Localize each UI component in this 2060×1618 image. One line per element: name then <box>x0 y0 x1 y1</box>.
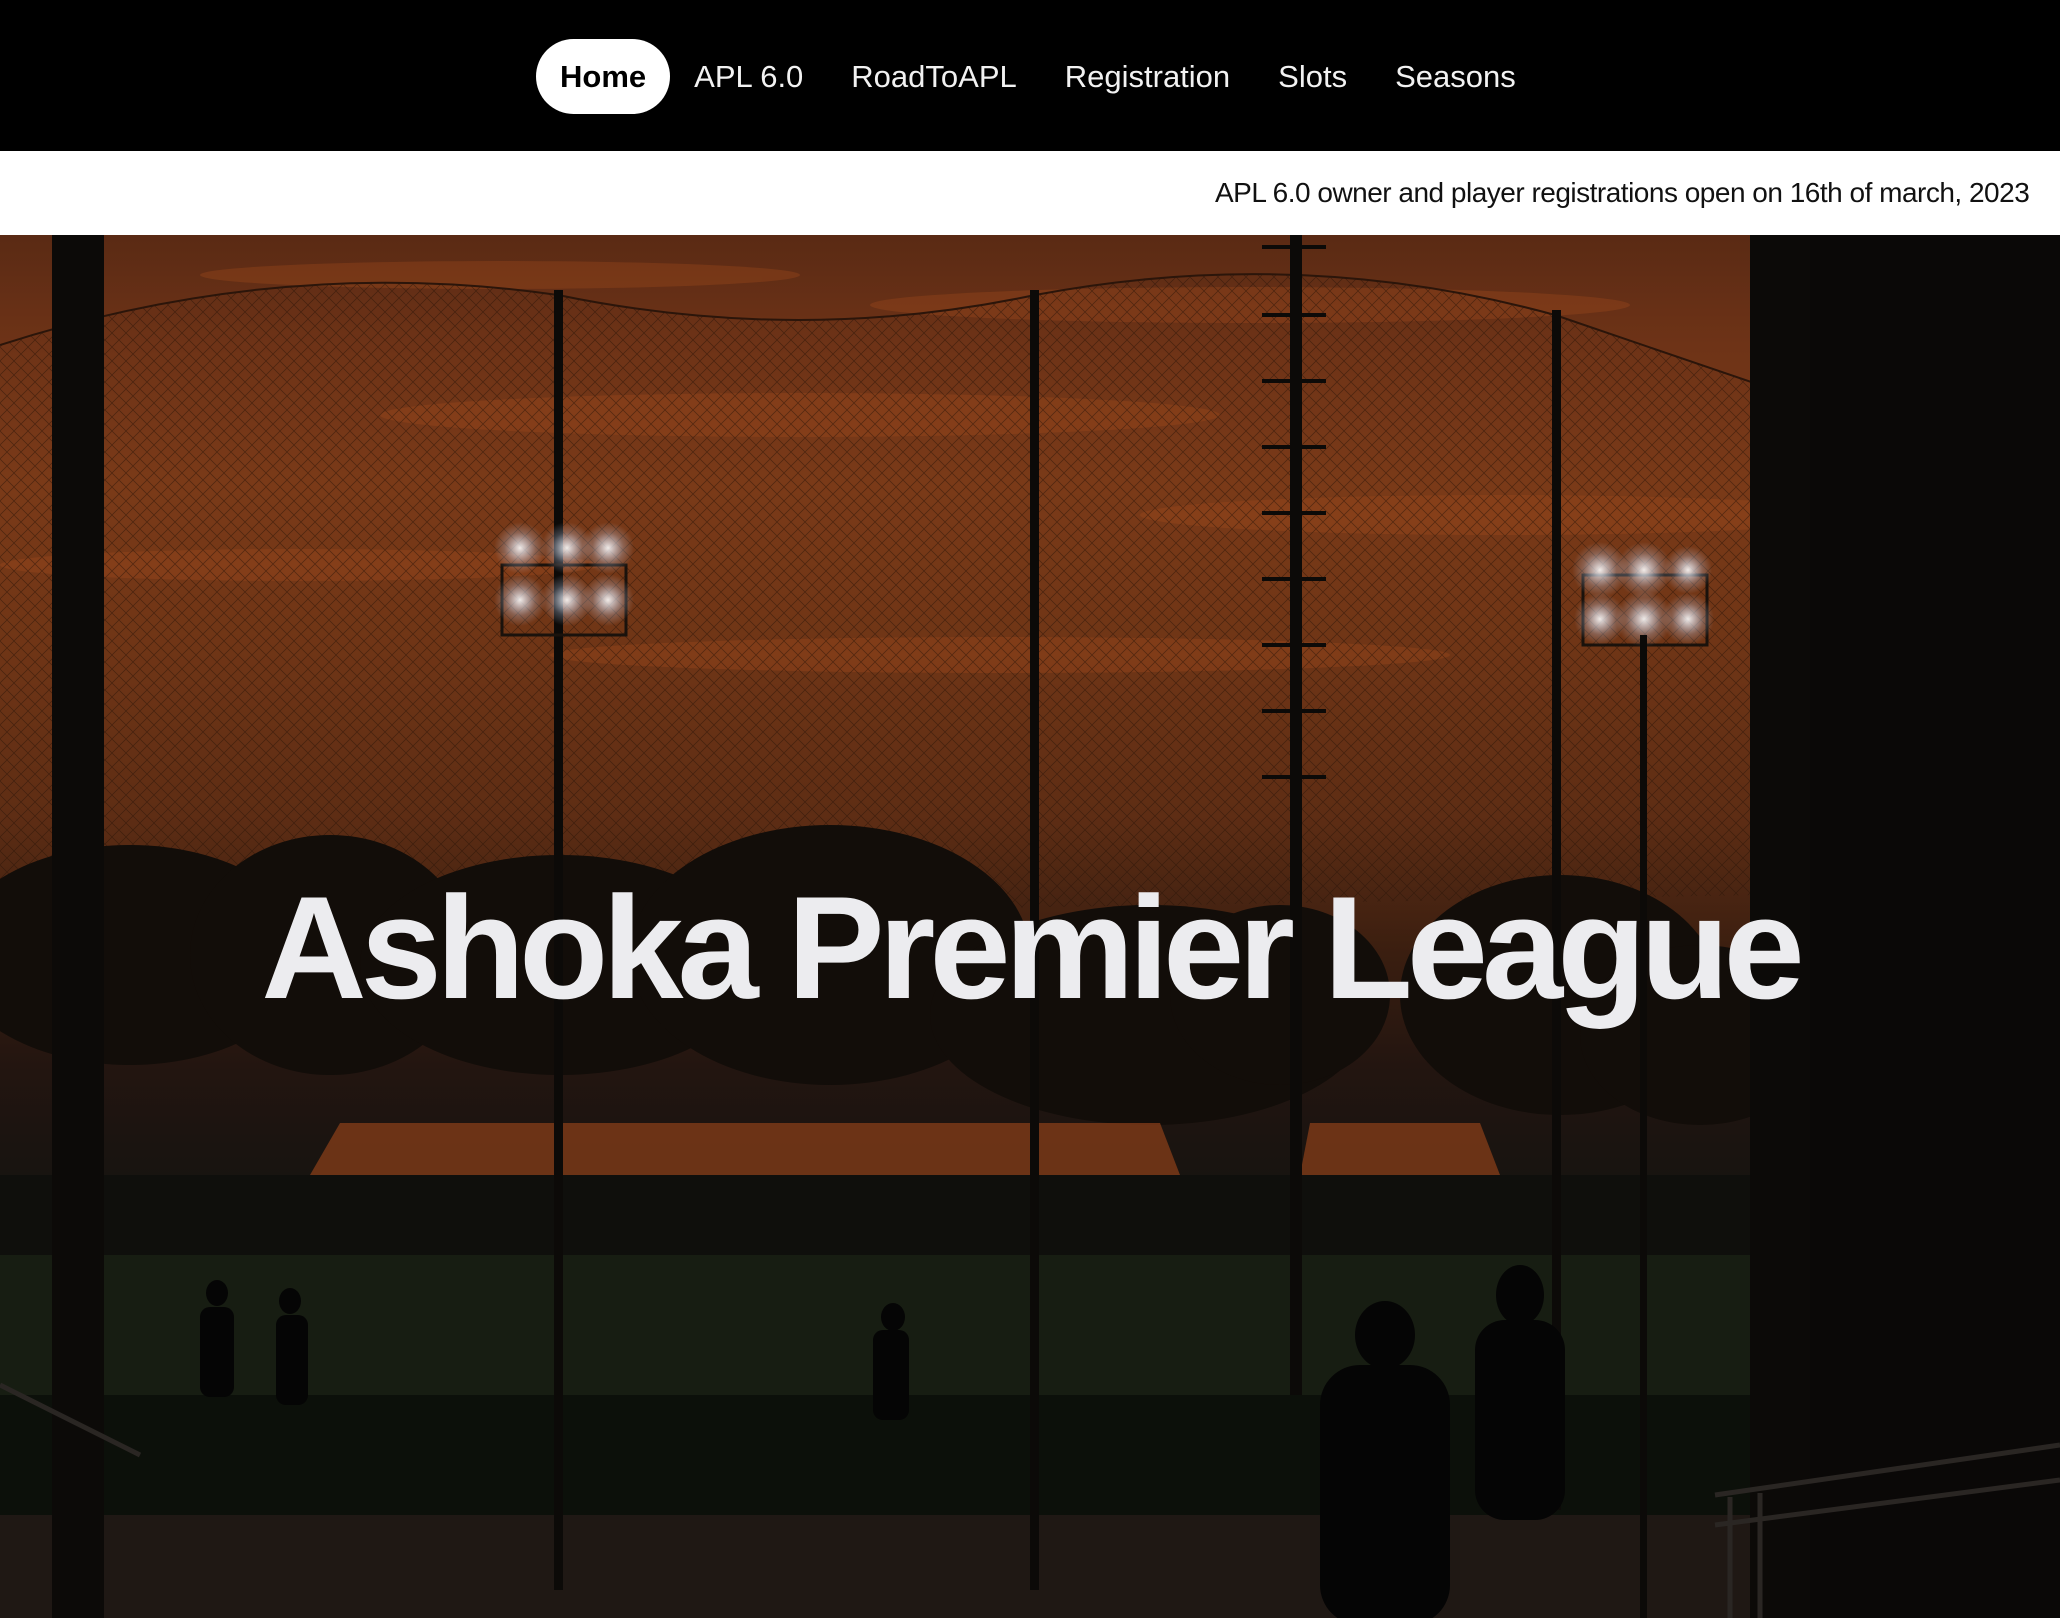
nav-menu: Home APL 6.0 RoadToAPL Registration Slot… <box>536 39 1540 114</box>
nav-item-road-to-apl[interactable]: RoadToAPL <box>827 39 1040 114</box>
nav-item-apl-6[interactable]: APL 6.0 <box>670 39 827 114</box>
hero-banner: Ashoka Premier League <box>0 235 2060 1618</box>
announcement-ticker: APL 6.0 owner and player registrations o… <box>0 151 2060 235</box>
hero-title: Ashoka Premier League <box>261 866 1804 1029</box>
nav-item-seasons[interactable]: Seasons <box>1371 39 1540 114</box>
nav-item-home[interactable]: Home <box>536 39 671 114</box>
top-navbar: Home APL 6.0 RoadToAPL Registration Slot… <box>0 0 2060 151</box>
announcement-text: APL 6.0 owner and player registrations o… <box>1215 177 2030 208</box>
nav-item-registration[interactable]: Registration <box>1041 39 1254 114</box>
nav-item-slots[interactable]: Slots <box>1254 39 1371 114</box>
